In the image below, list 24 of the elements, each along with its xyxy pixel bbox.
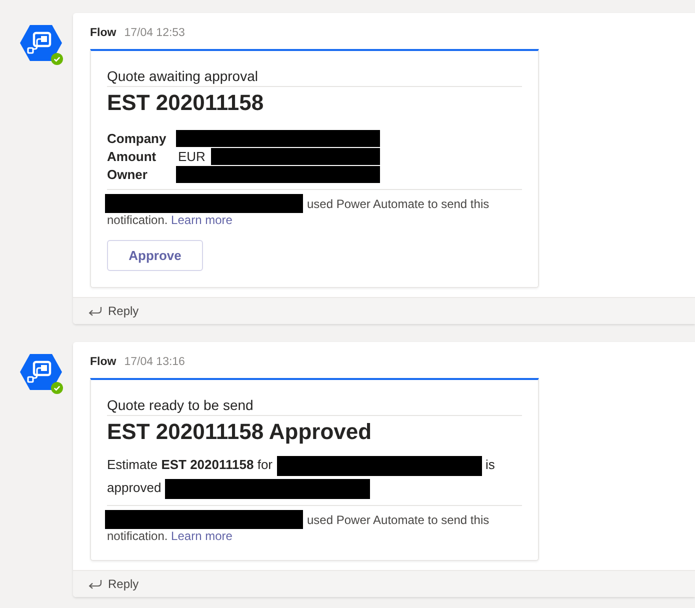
- sender-name: Flow: [90, 27, 116, 39]
- hexagon-avatar-icon: [20, 25, 62, 61]
- notification-note: used Power Automate to send this notification. Learn more: [107, 194, 522, 228]
- body-text: Estimate EST 202011158 for is approved: [107, 453, 522, 499]
- card-subtitle: Quote ready to be send: [107, 396, 254, 414]
- card-subtitle: Quote awaiting approval: [107, 67, 258, 85]
- reply-arrow-icon: [88, 306, 102, 316]
- hexagon-avatar-icon: [20, 354, 62, 390]
- action-button[interactable]: Approve: [107, 240, 203, 271]
- message-time: 17/04 12:53: [124, 27, 185, 39]
- fact-label: Company: [107, 130, 168, 146]
- reply-button[interactable]: Reply: [88, 577, 139, 591]
- card-title: EST 202011158 Approved: [107, 418, 372, 446]
- sender-name: Flow: [90, 356, 116, 368]
- reply-arrow-icon: [88, 579, 102, 589]
- notification-note: used Power Automate to send this notification. Learn more: [107, 510, 522, 544]
- learn-more-link[interactable]: Learn more: [171, 213, 232, 227]
- fact-value: EUR: [178, 148, 206, 164]
- card-title: EST 202011158: [107, 89, 264, 117]
- fact-label: Owner: [107, 166, 148, 182]
- reply-button[interactable]: Reply: [88, 304, 139, 318]
- message-time: 17/04 13:16: [124, 356, 185, 368]
- learn-more-link[interactable]: Learn more: [171, 529, 232, 543]
- fact-label: Amount: [107, 148, 158, 164]
